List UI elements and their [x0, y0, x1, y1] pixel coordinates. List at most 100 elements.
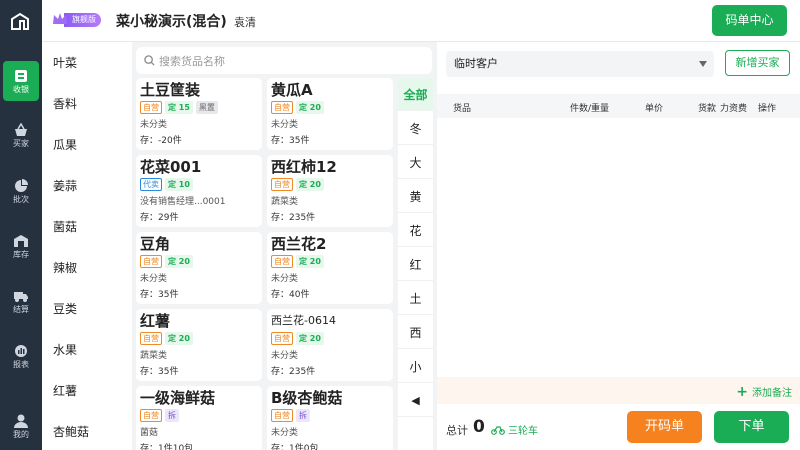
goods-name: 红薯: [140, 312, 171, 330]
nav-item-buyer[interactable]: 买家: [3, 115, 39, 155]
letter-filter-all[interactable]: 全部: [398, 78, 433, 111]
tag-fixed: 定 10: [165, 178, 193, 191]
category-item[interactable]: 水果: [53, 341, 77, 358]
shop-name: 菜小秘演示(混合): [116, 14, 227, 30]
collapse-arrow-icon[interactable]: ◀: [398, 384, 433, 417]
category-item[interactable]: 叶菜: [53, 54, 77, 71]
goods-name: 黄瓜A: [271, 81, 313, 99]
tag-black: 黑置: [195, 101, 218, 114]
letter-filter[interactable]: 土: [398, 282, 433, 315]
report-icon: [15, 344, 27, 357]
goods-name: 花菜001: [140, 158, 202, 176]
goods-card[interactable]: 土豆筐装 自营定 15 黑置 未分类 存：-20件: [136, 78, 262, 150]
note-bar: + 添加备注: [437, 377, 800, 404]
crown-icon: [53, 13, 67, 24]
goods-category: 未分类: [271, 120, 299, 130]
add-buyer-button[interactable]: 新增买家: [725, 50, 790, 76]
tag-own: 自营: [140, 332, 162, 345]
truck-icon: [14, 291, 28, 302]
category-item[interactable]: 姜蒜: [53, 177, 77, 194]
category-item[interactable]: 菌菇: [53, 218, 77, 235]
letter-filter[interactable]: 小: [398, 350, 433, 383]
plus-icon: +: [736, 383, 748, 400]
search-input[interactable]: 搜索货品名称: [136, 47, 432, 74]
goods-stock: 存：-20件: [140, 136, 182, 146]
tag-fixed: 定 20: [165, 332, 193, 345]
goods-category: 未分类: [140, 120, 168, 130]
tag-split: 拆: [296, 409, 310, 422]
goods-card[interactable]: 豆角 自营定 20 未分类 存：35件: [136, 232, 262, 304]
tag-own: 自营: [271, 332, 293, 345]
code-center-button[interactable]: 码单中心: [712, 5, 787, 36]
warehouse-icon: [14, 234, 28, 247]
customer-select-value: 临时客户: [454, 57, 498, 70]
goods-stock: 存：1件10包: [140, 444, 194, 450]
side-nav: 收银 买家 批次 库存 结算 报表 我的: [0, 0, 42, 450]
nav-item-batch[interactable]: 批次: [3, 171, 39, 211]
letter-index: 全部 冬 大 黄 花 红 土 西 小 ◀: [398, 78, 433, 450]
column-header: 单价: [645, 104, 664, 114]
column-header: 力资费: [720, 104, 748, 114]
letter-filter[interactable]: 红: [398, 248, 433, 281]
letter-filter[interactable]: 西: [398, 316, 433, 349]
goods-name: B级杏鲍菇: [271, 389, 343, 407]
goods-name: 西红柿12: [271, 158, 337, 176]
column-header: 货款: [698, 104, 717, 114]
goods-category: 未分类: [140, 274, 168, 284]
category-item[interactable]: 豆类: [53, 300, 77, 317]
category-list: 叶菜 香料 瓜果 姜蒜 菌菇 辣椒 豆类 水果 红薯 杏鲍菇: [42, 42, 132, 450]
tag-own: 自营: [140, 255, 162, 268]
total-label: 总计: [446, 424, 468, 437]
top-header: 旗舰版 菜小秘演示(混合) 袁清 码单中心: [42, 0, 800, 42]
nav-item-profile[interactable]: 我的: [3, 406, 39, 446]
add-note-button[interactable]: + 添加备注: [736, 383, 792, 400]
goods-category: 未分类: [271, 274, 299, 284]
category-item[interactable]: 杏鲍菇: [53, 423, 89, 440]
pie-chart-icon: [15, 178, 28, 192]
tricycle-icon: [491, 425, 505, 435]
goods-card[interactable]: 黄瓜A 自营定 20 未分类 存：35件: [267, 78, 393, 150]
user-icon: [14, 414, 28, 428]
letter-filter[interactable]: 大: [398, 146, 433, 179]
place-order-button[interactable]: 下单: [714, 411, 789, 443]
tag-fixed: 定 15: [165, 101, 193, 114]
open-code-order-button[interactable]: 开码单: [627, 411, 702, 443]
logo-icon: [11, 12, 29, 30]
goods-category: 蔬菜类: [271, 197, 299, 207]
tag-fixed: 定 20: [296, 101, 324, 114]
goods-card[interactable]: 西兰花-0614 自营定 20 未分类 存：235件: [267, 309, 393, 381]
search-placeholder: 搜索货品名称: [159, 54, 225, 68]
letter-filter[interactable]: 冬: [398, 112, 433, 145]
category-item[interactable]: 瓜果: [53, 136, 77, 153]
goods-card[interactable]: 西兰花2 自营定 20 未分类 存：40件: [267, 232, 393, 304]
category-item[interactable]: 辣椒: [53, 259, 77, 276]
goods-card[interactable]: B级杏鲍菇 自营拆 未分类 存：1件0包: [267, 386, 393, 450]
goods-card[interactable]: 一级海鲜菇 自营拆 菌菇 存：1件10包: [136, 386, 262, 450]
nav-item-inventory[interactable]: 库存: [3, 226, 39, 266]
nav-item-cashier[interactable]: 收银: [3, 61, 39, 101]
goods-stock: 存：1件0包: [271, 444, 319, 450]
category-item[interactable]: 香料: [53, 95, 77, 112]
nav-item-report[interactable]: 报表: [3, 336, 39, 376]
letter-filter[interactable]: 花: [398, 214, 433, 247]
goods-category: 未分类: [271, 428, 299, 438]
letter-filter[interactable]: 黄: [398, 180, 433, 213]
goods-stock: 存：235件: [271, 367, 316, 377]
category-item[interactable]: 红薯: [53, 382, 77, 399]
customer-select[interactable]: 临时客户: [446, 51, 714, 77]
chevron-down-icon: [699, 61, 707, 67]
nav-item-settlement[interactable]: 结算: [3, 281, 39, 321]
user-name: 袁清: [234, 16, 256, 29]
goods-name: 西兰花-0614: [271, 314, 336, 327]
goods-card[interactable]: 花菜001 代卖定 10 没有销售经理...0001 存：29件: [136, 155, 262, 227]
order-table-header: 货品 件数/重量 单价 货款 力资费 操作: [437, 94, 800, 118]
goods-card[interactable]: 西红柿12 自营定 20 蔬菜类 存：235件: [267, 155, 393, 227]
vehicle-selector[interactable]: 三轮车: [491, 422, 538, 437]
goods-category: 未分类: [271, 351, 299, 361]
goods-stock: 存：40件: [271, 290, 310, 300]
goods-card[interactable]: 红薯 自营定 20 蔬菜类 存：35件: [136, 309, 262, 381]
order-panel: 临时客户 新增买家 货品 件数/重量 单价 货款 力资费 操作 + 添加备注 总…: [437, 42, 800, 450]
goods-category: 菌菇: [140, 428, 159, 438]
tag-own: 自营: [271, 409, 293, 422]
goods-stock: 存：29件: [140, 213, 179, 223]
